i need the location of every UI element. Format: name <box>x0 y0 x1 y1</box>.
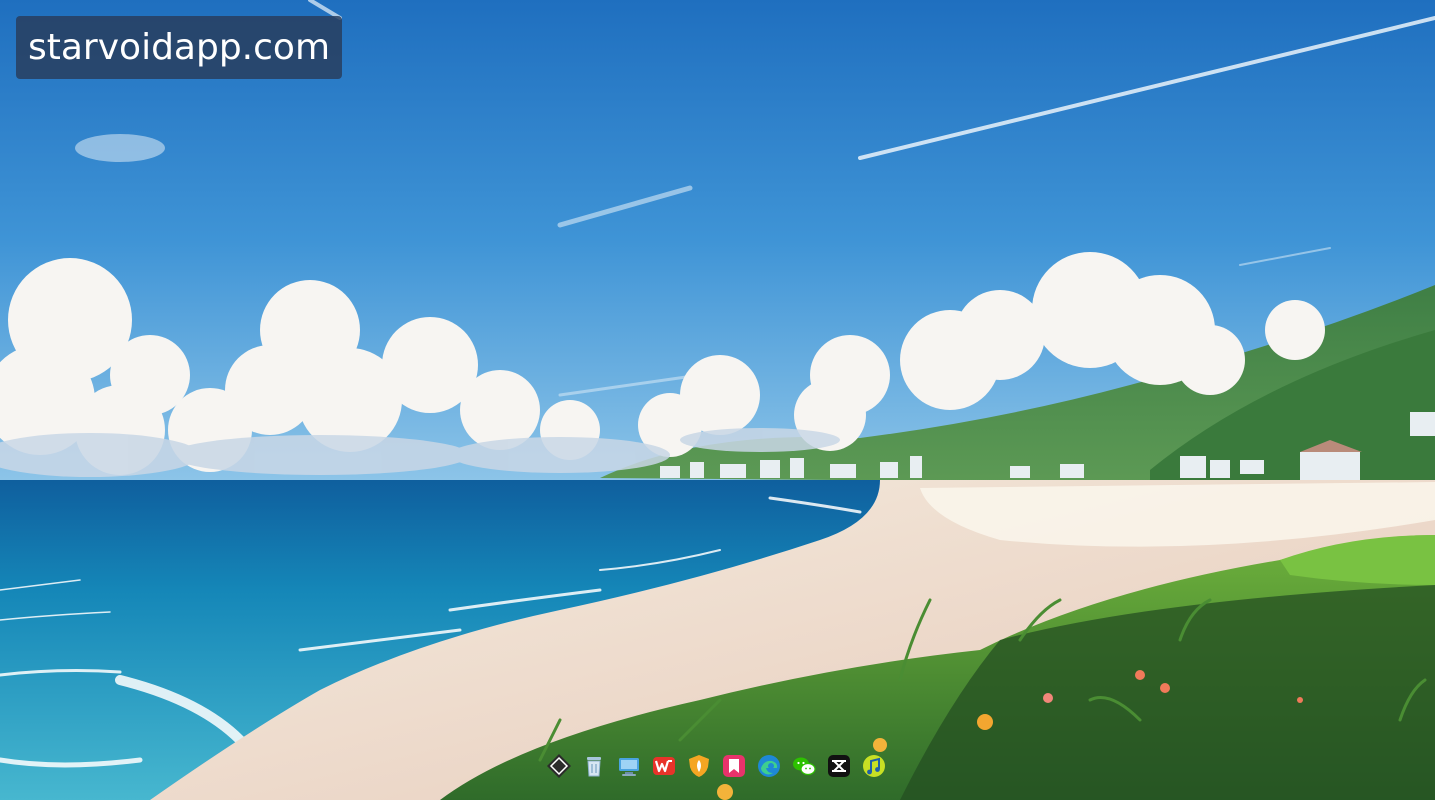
dock-app-capcut[interactable] <box>824 752 853 781</box>
desktop: starvoidapp.com <box>0 0 1435 800</box>
shield-app-icon <box>688 755 709 777</box>
wechat-icon <box>792 757 816 776</box>
edge-browser-icon <box>757 755 780 777</box>
dock-app-music[interactable] <box>859 752 888 781</box>
dock-app-edge[interactable] <box>754 752 783 781</box>
dock-app-recycle-bin[interactable] <box>579 752 608 781</box>
bookmark-app-icon <box>722 755 745 777</box>
small-cloud <box>75 134 165 162</box>
watermark-text: starvoidapp.com <box>16 16 343 79</box>
dock-app-wps-office[interactable] <box>649 752 678 781</box>
wps-office-icon <box>652 757 675 775</box>
dock-app-shield[interactable] <box>684 752 713 781</box>
this-pc-icon <box>618 758 639 776</box>
dock-app-this-pc[interactable] <box>614 752 643 781</box>
dock-app-bookmark[interactable] <box>719 752 748 781</box>
dock-app-nexus[interactable] <box>544 752 573 781</box>
capcut-icon <box>827 755 850 777</box>
dock-app-wechat[interactable] <box>789 752 818 781</box>
taskbar-dock <box>540 748 892 784</box>
desktop-wallpaper <box>0 0 1435 800</box>
recycle-bin-icon <box>586 757 601 777</box>
music-app-icon <box>862 755 885 777</box>
nexus-launcher-icon <box>546 754 571 778</box>
